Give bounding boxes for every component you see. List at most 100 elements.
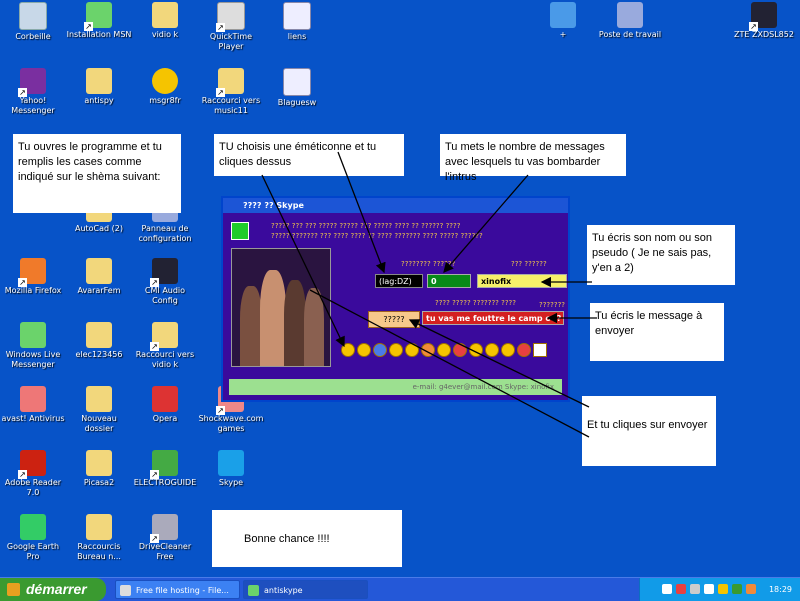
emoticon-icon[interactable]	[437, 343, 451, 357]
desktop-icon-vidio-k[interactable]: vidio k	[132, 2, 198, 40]
desktop-icon-label: antispy	[84, 96, 114, 105]
desktop-icon-raccourcis-bureau[interactable]: Raccourcis Bureau n...	[66, 514, 132, 562]
desktop-icon-label: Panneau de configuration	[138, 224, 192, 243]
emoticon-icon[interactable]	[405, 343, 419, 357]
desktop-icon-label: Shockwave.com games	[198, 414, 264, 433]
desktop-icon-recycle-bin[interactable]: Corbeille	[0, 2, 66, 42]
desktop-icon-label: Skype	[218, 478, 244, 487]
tag-field[interactable]: (lag:DZ)	[375, 274, 423, 288]
task-label: antiskype	[264, 586, 303, 595]
desktop-icon-label: Picasa2	[83, 478, 115, 487]
desktop-icon-label: Mozilla Firefox	[4, 286, 62, 295]
emoticon-icon[interactable]	[517, 343, 531, 357]
xear-audio-icon	[150, 258, 178, 287]
smiley-icon	[152, 68, 178, 94]
desktop-icon-label: DriveCleaner Free	[138, 542, 192, 561]
emoticon-icon[interactable]	[469, 343, 483, 357]
antivirus-icon[interactable]	[676, 584, 686, 594]
clock[interactable]: 18:29	[769, 578, 792, 601]
desktop-icon-blaguesw[interactable]: Blaguesw	[264, 68, 330, 108]
desktop-icon-yahoo-messenger[interactable]: Yahoo! Messenger	[0, 68, 66, 116]
task-label: Free file hosting - File...	[136, 586, 229, 595]
desktop-icon-label: AutoCad (2)	[74, 224, 123, 233]
emoticon-icon[interactable]	[421, 343, 435, 357]
desktop-icon-google-earth[interactable]: Google Earth Pro	[0, 514, 66, 562]
desktop-icon-skype[interactable]: Skype	[198, 450, 264, 488]
display-icon[interactable]	[704, 584, 714, 594]
desktop-icon-drivecleaner[interactable]: DriveCleaner Free	[132, 514, 198, 562]
desktop-icon-opera[interactable]: Opera	[132, 386, 198, 424]
taskbar: démarrer Free file hosting - File... ant…	[0, 577, 800, 601]
emoticon-bar	[341, 343, 549, 357]
desktop-icon-label: Raccourcis Bureau n...	[77, 542, 121, 561]
volume-icon[interactable]	[690, 584, 700, 594]
network-icon[interactable]	[662, 584, 672, 594]
emoticon-icon[interactable]	[453, 343, 467, 357]
desktop-icon-raccourci-vidio-k[interactable]: Raccourci vers vidio k	[132, 322, 198, 370]
firefox-icon	[18, 258, 46, 287]
internet-explorer-icon	[550, 2, 576, 28]
windows-logo-icon	[7, 583, 20, 596]
instruction-line-2: ????? ??????? ??? ???? ???? ?? ???? ????…	[271, 232, 483, 240]
desktop-icon-internet-explorer[interactable]: +	[530, 2, 596, 40]
desktop-icon-label: +	[559, 30, 567, 39]
desktop-icon-quicktime[interactable]: QuickTime Player	[198, 2, 264, 52]
desktop-icon-electroguide[interactable]: ELECTROGUIDE	[132, 450, 198, 488]
desktop-icon-cmi-audio-config[interactable]: CMI Audio Config	[132, 258, 198, 306]
desktop-icon-avast[interactable]: avast! Antivirus	[0, 386, 66, 424]
emoticon-icon[interactable]	[501, 343, 515, 357]
emoticon-icon[interactable]	[357, 343, 371, 357]
browser-icon	[120, 585, 131, 596]
desktop-icon-picasa2[interactable]: Picasa2	[66, 450, 132, 488]
desktop-icon-label: ELECTROGUIDE	[133, 478, 197, 487]
start-button[interactable]: démarrer	[0, 578, 106, 601]
yahoo-messenger-icon	[18, 68, 46, 97]
desktop-icon-msgr8fr[interactable]: msgr8fr	[132, 68, 198, 106]
document-icon	[283, 2, 311, 30]
message-label: ???? ????? ??????? ????	[435, 299, 516, 307]
desktop-icon-adobe-reader[interactable]: Adobe Reader 7.0	[0, 450, 66, 498]
desktop-icon-poste-de-travail[interactable]: Poste de travail	[597, 2, 663, 40]
desktop-icon-installation-msn[interactable]: Installation MSN	[66, 2, 132, 40]
quicktime-icon	[216, 2, 245, 32]
desktop-icon-zte[interactable]: ZTE ZXDSL852	[728, 2, 800, 40]
message-input[interactable]: tu vas me fouttre le camp ou?	[422, 311, 564, 325]
desktop-icon-elec123456[interactable]: elec123456	[66, 322, 132, 360]
desktop-icon-label: Nouveau dossier	[81, 414, 117, 433]
desktop-icon-antispy[interactable]: antispy	[66, 68, 132, 106]
flag-icon[interactable]	[533, 343, 547, 357]
desktop-icon-label: Google Earth Pro	[6, 542, 60, 561]
document-icon	[283, 68, 311, 96]
messenger-tray-icon[interactable]	[718, 584, 728, 594]
emoticon-icon[interactable]	[341, 343, 355, 357]
desktop-icon-label: liens	[287, 32, 307, 41]
contact-footer: e-mail: g4ever@mail.com Skype: xinofix	[229, 379, 562, 395]
emoticon-icon[interactable]	[485, 343, 499, 357]
desktop-icon-label: avast! Antivirus	[1, 414, 65, 423]
messenger-icon	[20, 322, 46, 348]
desktop-icon-firefox[interactable]: Mozilla Firefox	[0, 258, 66, 296]
emoticon-icon[interactable]	[389, 343, 403, 357]
desktop-icon-label: vidio k	[151, 30, 179, 39]
window-titlebar[interactable]: ???? ?? Skype	[223, 198, 568, 213]
folder-icon	[86, 322, 112, 348]
antiskype-window: ???? ?? Skype ????? ??? ??? ????? ????? …	[221, 196, 570, 402]
send-button[interactable]: ?????	[368, 311, 420, 328]
target-name-input[interactable]: xinofix	[477, 274, 567, 288]
desktop-icon-nouveau-dossier[interactable]: Nouveau dossier	[66, 386, 132, 434]
taskbar-item-antiskype[interactable]: antiskype	[243, 580, 368, 599]
audio-tray-icon[interactable]	[732, 584, 742, 594]
callout-message-count: Tu mets le nombre de messages avec lesqu…	[440, 134, 626, 183]
taskbar-item-browser[interactable]: Free file hosting - File...	[115, 580, 240, 599]
message-count-input[interactable]: 0	[427, 274, 471, 288]
desktop-icon-label: QuickTime Player	[209, 32, 253, 51]
desktop-icon-label: Windows Live Messenger	[5, 350, 61, 369]
update-icon[interactable]	[746, 584, 756, 594]
desktop-icon-liens[interactable]: liens	[264, 2, 330, 42]
folder-icon	[86, 514, 112, 540]
app-icon	[248, 585, 259, 596]
emoticon-icon[interactable]	[373, 343, 387, 357]
desktop-icon-windows-live-messenger[interactable]: Windows Live Messenger	[0, 322, 66, 370]
desktop-icon-raccourci-music11[interactable]: Raccourci vers music11	[198, 68, 264, 116]
desktop-icon-avararfem[interactable]: AvararFem	[66, 258, 132, 296]
